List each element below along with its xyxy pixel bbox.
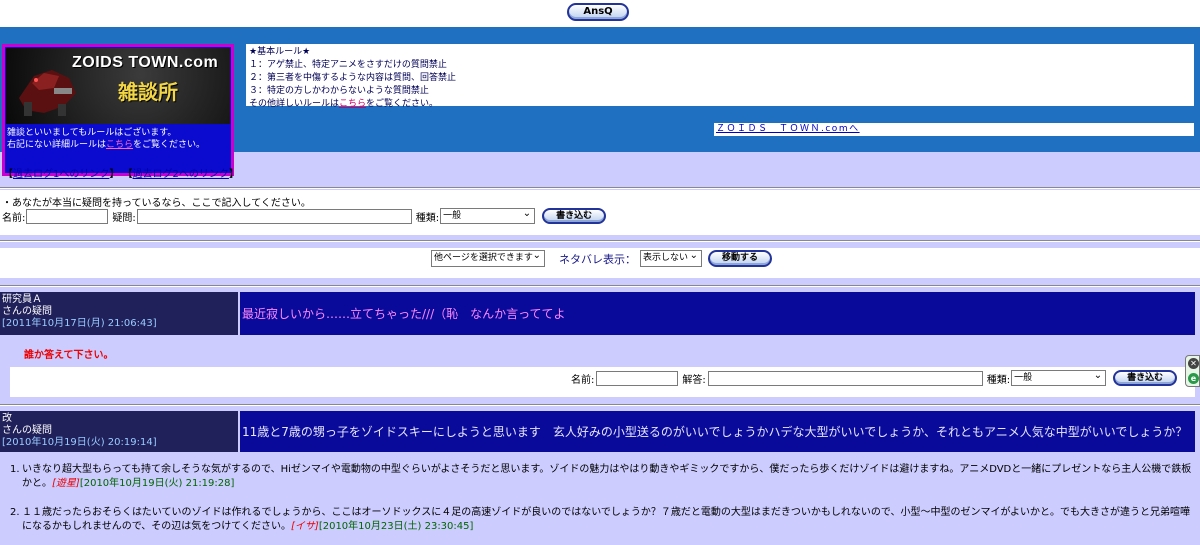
rules-heading: ★基本ルール★ [249,47,311,57]
zoids-town-logo[interactable]: ZOIDS TOWN.com 雑談所 [6,48,230,124]
rules-more: その他詳しいルールはこちらをご覧ください。 [249,98,1191,111]
ask-intro: ・あなたが本当に疑問を持っているなら、ここで記入してください。 [2,198,311,209]
rule-item-3: ３：特定の方しかわからないような質問禁止 [249,86,429,96]
past-logs: 【過去ログ1へのリンク】 【過去ログ2へのリンク】 [3,165,239,180]
answer-date: [2010年10月23日(土) 23:30:45] [318,521,474,532]
rules-more-prefix: その他詳しいルールは [249,99,340,109]
answer-name-label: 名前: [571,374,595,386]
answer-input[interactable] [707,370,983,386]
answer-label: 解答: [682,374,706,386]
question-input[interactable] [136,208,412,224]
page-navigation: 他ページを選択できます ネタバレ表示： 表示しない 移動する [0,248,1200,278]
answer-text: １１歳だったらおそらくはたいていのゾイドは作れるでしょうから、ここはオーソドック… [22,507,1190,532]
logo-note-prefix: 右記にない詳細ルールは [7,140,107,150]
question-meta: 改 さんの疑問 [2010年10月19日(火) 20:19:14] [0,411,238,452]
ansq-button[interactable]: AnsQ [567,3,629,21]
question-meta: 研究員Ａ さんの疑問 [2011年10月17日(月) 21:06:43] [0,292,238,335]
name-label: 名前: [2,212,26,224]
question-author: 研究員Ａ [2,294,42,305]
category-select[interactable]: 一般 [440,207,536,224]
rule-item-2: ２：第三者を中傷するような内容は質問、回答禁止 [249,73,457,83]
bracket-open: 【 [122,169,133,180]
extension-e-icon[interactable]: e [1188,373,1199,384]
spoiler-select[interactable]: 表示しない [640,249,702,267]
submit-question-button[interactable]: 書き込む [542,208,607,224]
answerer-name: [遊星] [52,478,80,489]
question-date: [2011年10月17日(月) 21:06:43] [2,318,157,329]
answer-number: 1. [10,464,20,475]
header-banner: ZOIDS TOWN.com 雑談所 雑談といいましてもルールはございます。 右… [0,27,1200,176]
basic-rules-box: ★基本ルール★ １：アゲ禁止、特定アニメをさすだけの質問禁止 ２：第三者を中傷す… [246,44,1194,109]
close-icon[interactable]: ✕ [1188,358,1199,369]
spoiler-label: ネタバレ表示： [559,252,636,266]
unanswered-status: 誰か答えて下さい。 [24,350,114,361]
bracket-close: 】 [109,169,120,180]
bracket-open: 【 [3,169,13,180]
category-label: 種類: [415,212,440,224]
answer-body: １１歳だったらおそらくはたいていのゾイドは作れるでしょうから、ここはオーソドック… [22,506,1198,534]
answer-date: [2010年10月19日(火) 21:19:28] [79,478,235,489]
answer-category-label: 種類: [986,374,1011,386]
rules-more-link[interactable]: こちら [339,99,366,109]
bracket-close: 】 [228,169,239,180]
answerer-name: [イサ] [291,521,319,532]
answer-form: 名前: 解答: 種類: 一般 書き込む [10,367,1195,397]
submit-answer-button[interactable]: 書き込む [1113,370,1178,386]
logo-title: ZOIDS TOWN.com [72,54,219,71]
logo-subtitle: 雑談所 [118,80,178,104]
answer-name-input[interactable] [596,370,679,386]
zoids-town-link-box: ＺＯＩＤＳ ＴＯＷＮ.comへ [714,123,1194,136]
side-widget[interactable]: ✕ e [1185,355,1200,387]
divider [0,240,1200,242]
logo-note-suffix: をご覧ください。 [133,140,206,150]
answer-form-row: 名前: 解答: 種類: 一般 書き込む [571,369,1178,386]
top-bar: AnsQ [0,0,1200,27]
past-log-1-link[interactable]: 過去ログ1へのリンク [13,169,109,180]
logo-note: 雑談といいましてもルールはございます。 右記にない詳細ルールはこちらをご覧くださ… [7,127,205,151]
detail-rules-link[interactable]: こちら [106,140,133,150]
move-button[interactable]: 移動する [708,250,772,267]
logo-note-line2: 右記にない詳細ルールはこちらをご覧ください。 [7,139,205,151]
ask-form: 名前: 疑問: 種類: 一般 書き込む [2,207,607,224]
divider [0,187,1200,189]
question-date: [2010年10月19日(火) 20:19:14] [2,437,157,448]
rule-item-1: １：アゲ禁止、特定アニメをさすだけの質問禁止 [249,60,447,70]
name-input[interactable] [26,208,109,224]
zoids-town-link[interactable]: ＺＯＩＤＳ ＴＯＷＮ.comへ [716,124,860,134]
divider [0,285,1200,287]
question-suffix: さんの疑問 [2,306,52,317]
answer-category-select[interactable]: 一般 [1011,369,1107,386]
answer-number: 2. [10,507,20,518]
nav-row: 他ページを選択できます ネタバレ表示： 表示しない 移動する [431,249,772,267]
divider [0,404,1200,406]
logo-note-line1: 雑談といいましてもルールはございます。 [7,128,177,138]
ask-section: ・あなたが本当に疑問を持っているなら、ここで記入してください。 名前: 疑問: … [0,190,1200,235]
page-select[interactable]: 他ページを選択できます [431,249,545,267]
question-author: 改 [2,413,12,424]
past-log-2-link[interactable]: 過去ログ2へのリンク [133,169,229,180]
question-text: 最近寂しいから……立てちゃった///（恥 なんか言っててよ [240,292,1195,335]
answer-body: いきなり超大型もらっても持て余しそうな気がするので、Hiゼンマイや電動物の中型ぐ… [22,463,1198,491]
rules-more-suffix: をご覧ください。 [366,99,439,109]
question-label: 疑問: [112,212,136,224]
question-suffix: さんの疑問 [2,425,52,436]
question-text: 11歳と7歳の甥っ子をゾイドスキーにしようと思います 玄人好みの小型送るのがいい… [240,411,1195,452]
logo-box: ZOIDS TOWN.com 雑談所 雑談といいましてもルールはございます。 右… [2,44,234,176]
